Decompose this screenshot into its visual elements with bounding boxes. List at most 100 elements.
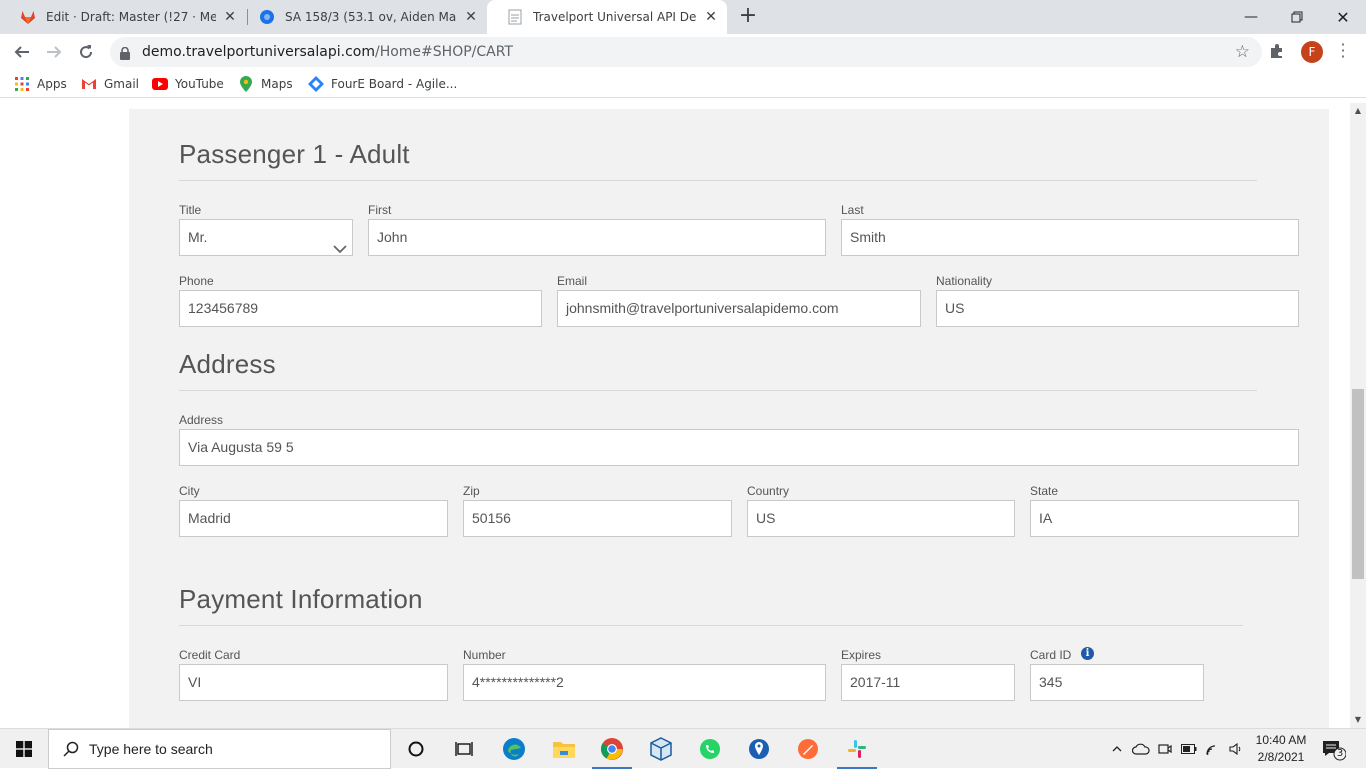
- clock-date: 2/8/2021: [1257, 750, 1305, 764]
- file-explorer-icon[interactable]: [540, 729, 588, 769]
- zip-field[interactable]: 50156: [463, 500, 732, 537]
- phone-field[interactable]: 123456789: [179, 290, 542, 327]
- edge-browser-icon[interactable]: [490, 729, 538, 769]
- minimize-icon[interactable]: —: [1228, 0, 1274, 34]
- slack-icon[interactable]: [833, 729, 881, 769]
- action-center-icon[interactable]: 3: [1322, 739, 1347, 765]
- expires-field[interactable]: 2017-11: [841, 664, 1015, 701]
- close-tab-icon[interactable]: ✕: [222, 9, 238, 25]
- email-field[interactable]: johnsmith@travelportuniversalapidemo.com: [557, 290, 921, 327]
- forward-icon[interactable]: [40, 38, 68, 66]
- browser-menu-icon[interactable]: · · ·: [1338, 37, 1348, 65]
- card-number-label: Number: [463, 648, 506, 662]
- taskbar-search-box[interactable]: Type here to search: [48, 729, 391, 769]
- section-divider: [179, 625, 1243, 626]
- bookmark-label: Apps: [37, 77, 67, 91]
- extensions-puzzle-icon[interactable]: [1268, 42, 1286, 64]
- nationality-field[interactable]: US: [936, 290, 1299, 327]
- maps-app-icon[interactable]: [735, 729, 783, 769]
- title-select[interactable]: Mr.: [179, 219, 353, 256]
- bookmarks-bar: Apps Gmail YouTube Maps FourE Board - Ag…: [0, 70, 1366, 98]
- youtube-icon: [152, 76, 168, 92]
- nationality-label: Nationality: [936, 274, 993, 288]
- reload-icon[interactable]: [72, 38, 100, 66]
- lock-icon[interactable]: [120, 45, 130, 64]
- chevron-down-icon: [333, 232, 347, 255]
- page-viewport: Passenger 1 - Adult Title Mr. First John…: [0, 103, 1350, 728]
- back-icon[interactable]: [8, 38, 36, 66]
- url-text: demo.travelportuniversalapi.com/Home#SHO…: [142, 44, 513, 60]
- section-divider: [179, 180, 1257, 181]
- meet-now-icon[interactable]: [1154, 729, 1176, 769]
- battery-icon[interactable]: [1178, 729, 1200, 769]
- scroll-up-icon[interactable]: ▲: [1350, 103, 1366, 119]
- card-id-label: Card ID: [1030, 648, 1072, 662]
- state-field[interactable]: IA: [1030, 500, 1299, 537]
- credit-card-field[interactable]: VI: [179, 664, 448, 701]
- tab-title: Edit · Draft: Master (!27 · Merge R: [46, 10, 216, 24]
- whatsapp-icon[interactable]: [686, 729, 734, 769]
- bookmark-foure-board[interactable]: FourE Board - Agile...: [308, 76, 457, 92]
- volume-icon[interactable]: [1226, 729, 1246, 769]
- gitlab-icon: [20, 9, 36, 25]
- task-view-icon[interactable]: [440, 729, 488, 769]
- email-label: Email: [557, 274, 588, 288]
- windows-start-icon[interactable]: [0, 729, 48, 769]
- last-name-label: Last: [841, 203, 864, 217]
- bookmark-gmail[interactable]: Gmail: [81, 76, 139, 92]
- tab-travelport[interactable]: Travelport Universal API Demo ✕: [487, 0, 727, 34]
- apps-grid-icon: [14, 76, 30, 92]
- city-label: City: [179, 484, 200, 498]
- country-field[interactable]: US: [747, 500, 1015, 537]
- bookmark-apps[interactable]: Apps: [14, 76, 67, 92]
- page-icon: [507, 9, 523, 25]
- profile-avatar[interactable]: F: [1301, 41, 1323, 63]
- close-window-icon[interactable]: ✕: [1320, 0, 1366, 34]
- onedrive-cloud-icon[interactable]: [1130, 729, 1152, 769]
- info-icon[interactable]: i: [1081, 647, 1094, 660]
- page-scrollbar[interactable]: ▲ ▼: [1350, 103, 1366, 728]
- tab-gitlab[interactable]: Edit · Draft: Master (!27 · Merge R ✕: [0, 0, 246, 34]
- expires-label: Expires: [841, 648, 882, 662]
- cortana-icon[interactable]: [392, 729, 440, 769]
- postman-icon[interactable]: [784, 729, 832, 769]
- title-label: Title: [179, 203, 202, 217]
- scrollbar-thumb[interactable]: [1352, 389, 1364, 579]
- city-field[interactable]: Madrid: [179, 500, 448, 537]
- checkout-form-panel: Passenger 1 - Adult Title Mr. First John…: [129, 109, 1329, 728]
- address-field[interactable]: Via Augusta 59 5: [179, 429, 1299, 466]
- show-hidden-icons-chevron-icon[interactable]: [1108, 729, 1126, 769]
- card-number-field[interactable]: 4**************2: [463, 664, 826, 701]
- bookmark-star-icon[interactable]: ☆: [1235, 42, 1250, 62]
- wifi-icon[interactable]: [1202, 729, 1224, 769]
- state-label: State: [1030, 484, 1059, 498]
- restore-icon[interactable]: [1274, 0, 1320, 34]
- bookmark-maps[interactable]: Maps: [238, 76, 293, 92]
- tab-title: SA 158/3 (53.1 ov, Aiden Markram: [285, 10, 457, 24]
- new-tab-icon[interactable]: +: [736, 5, 760, 29]
- close-tab-icon[interactable]: ✕: [463, 9, 479, 25]
- address-bar[interactable]: demo.travelportuniversalapi.com/Home#SHO…: [110, 37, 1262, 67]
- payment-heading: Payment Information: [179, 584, 423, 614]
- taskbar-clock[interactable]: 10:40 AM 2/8/2021: [1248, 732, 1314, 766]
- bookmark-label: Maps: [261, 77, 293, 91]
- credit-card-label: Credit Card: [179, 648, 241, 662]
- last-name-field[interactable]: Smith: [841, 219, 1299, 256]
- tab-cricket[interactable]: SA 158/3 (53.1 ov, Aiden Markram ✕: [239, 0, 487, 34]
- maps-pin-icon: [238, 76, 254, 92]
- virtualbox-icon[interactable]: [637, 729, 685, 769]
- search-placeholder: Type here to search: [89, 741, 213, 757]
- close-tab-icon[interactable]: ✕: [703, 9, 719, 25]
- gmail-icon: [81, 76, 97, 92]
- bookmark-label: YouTube: [175, 77, 224, 91]
- chrome-icon[interactable]: [588, 729, 636, 769]
- scroll-down-icon[interactable]: ▼: [1350, 712, 1366, 728]
- passenger-heading: Passenger 1 - Adult: [179, 139, 410, 169]
- country-label: Country: [747, 484, 790, 498]
- card-id-field[interactable]: 345: [1030, 664, 1204, 701]
- section-divider: [179, 390, 1257, 391]
- address-label: Address: [179, 413, 224, 427]
- bookmark-youtube[interactable]: YouTube: [152, 76, 224, 92]
- first-name-field[interactable]: John: [368, 219, 826, 256]
- browser-toolbar: demo.travelportuniversalapi.com/Home#SHO…: [0, 34, 1366, 70]
